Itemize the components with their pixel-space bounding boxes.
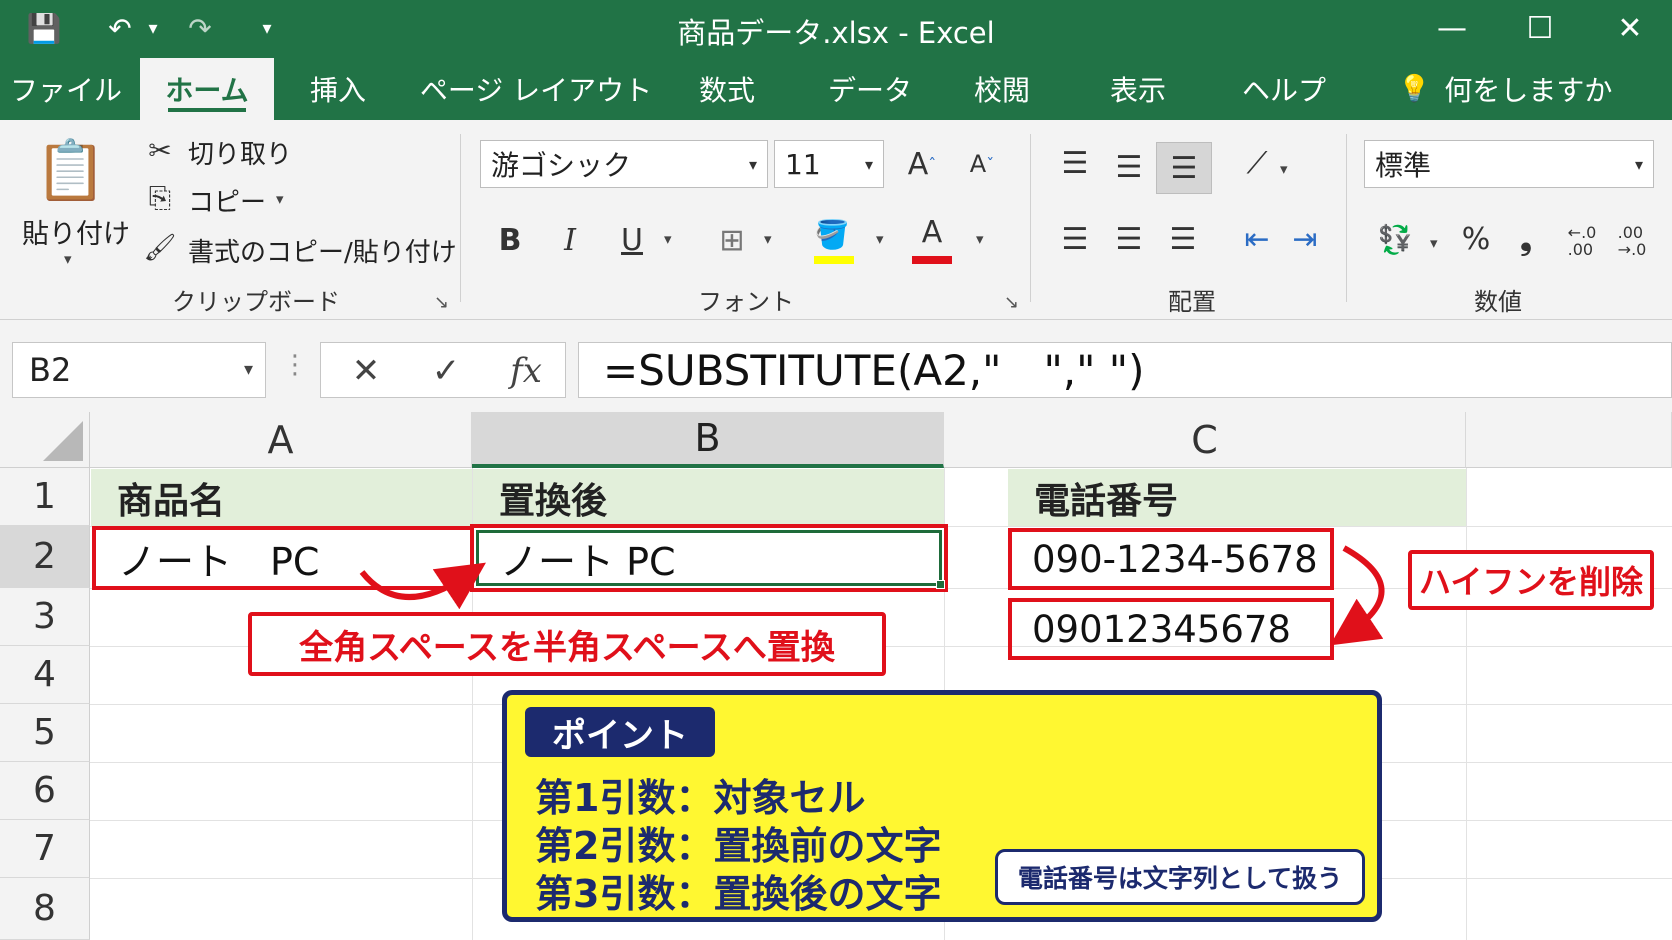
hyphen-callout: ハイフンを削除 — [1408, 550, 1654, 610]
point-title: ポイント — [525, 707, 715, 757]
point-box: ポイント 第1引数：対象セル 第2引数：置換前の文字 第3引数：置換後の文字 電… — [502, 690, 1382, 922]
space-callout: 全角スペースを半角スペースへ置換 — [248, 612, 886, 676]
arrow-c2-to-c3 — [1330, 545, 1385, 646]
point-line-3: 第3引数：置換後の文字 — [535, 872, 942, 916]
arrow-a2-to-b2 — [359, 562, 486, 610]
point-line-2: 第2引数：置換前の文字 — [535, 824, 942, 868]
point-note: 電話番号は文字列として扱う — [995, 849, 1365, 905]
point-line-1: 第1引数：対象セル — [535, 776, 866, 820]
